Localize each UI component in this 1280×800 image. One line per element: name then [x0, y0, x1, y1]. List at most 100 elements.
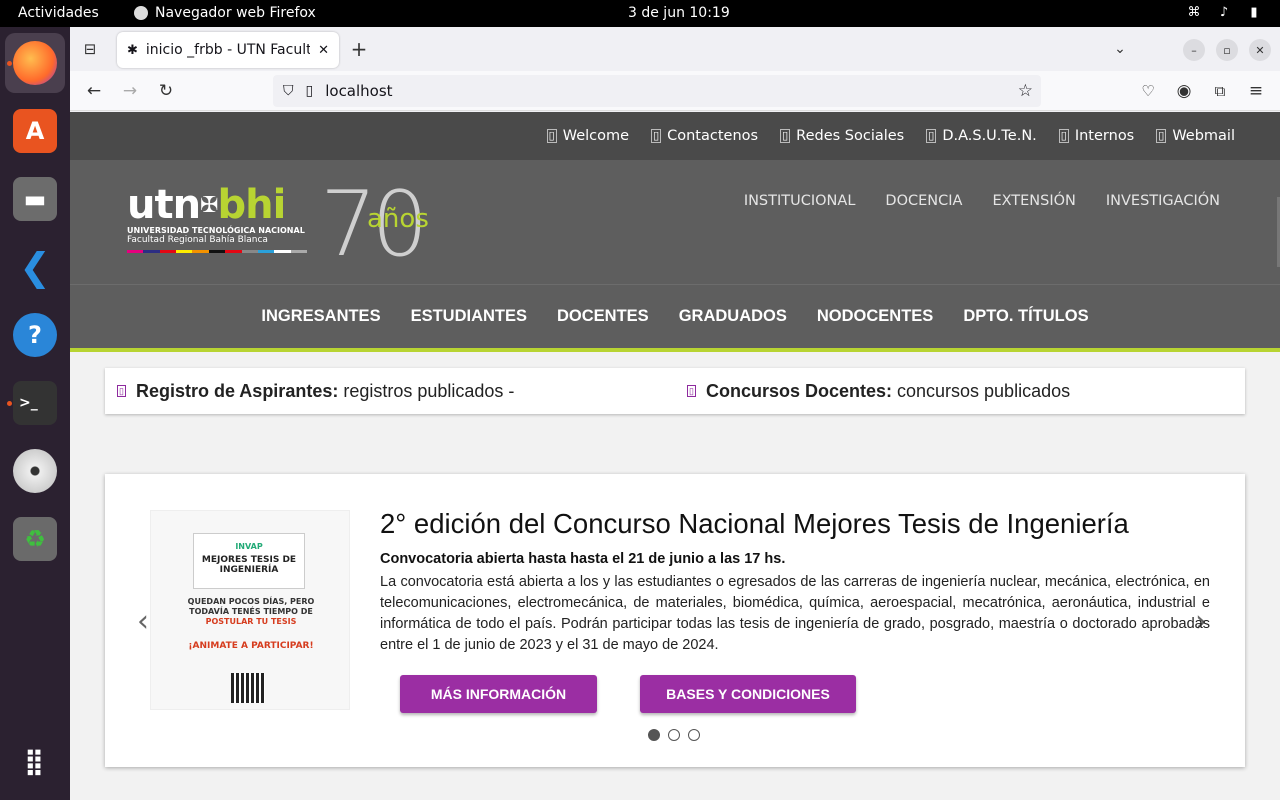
- back-icon[interactable]: ←: [80, 77, 108, 105]
- util-link-webmail[interactable]: ▯ Webmail: [1156, 128, 1235, 144]
- nav-ingresantes[interactable]: INGRESANTES: [261, 307, 380, 326]
- link-icon: ▯: [651, 129, 662, 143]
- dock-show-apps[interactable]: ⣿: [5, 732, 65, 792]
- nav-nodocentes[interactable]: NODOCENTES: [817, 307, 933, 326]
- terms-button[interactable]: BASES Y CONDICIONES: [640, 675, 856, 713]
- dock-files[interactable]: ▬: [5, 169, 65, 229]
- new-tab-icon[interactable]: +: [345, 35, 373, 63]
- slide-subtitle: Convocatoria abierta hasta hasta el 21 d…: [380, 551, 786, 567]
- battery-icon[interactable]: ▮: [1246, 5, 1262, 20]
- utn-logo[interactable]: utn✠bhi UNIVERSIDAD TECNOLÓGICA NACIONAL…: [127, 182, 307, 253]
- slide-title: 2° edición del Concurso Nacional Mejores…: [380, 508, 1129, 539]
- logo-utn: utn: [127, 182, 201, 228]
- browser-tab[interactable]: ✱ inicio _frbb - UTN Facultad Regional B…: [117, 32, 339, 68]
- poster-line2: POSTULAR TU TESIS: [205, 617, 297, 626]
- nav-institucional[interactable]: INSTITUCIONAL: [744, 193, 856, 209]
- poster-text: QUEDAN POCOS DÍAS, PERO TODAVÍA TENÉS TI…: [171, 597, 331, 651]
- site-favicon: ✱: [127, 42, 138, 58]
- network-icon[interactable]: ⌘: [1186, 5, 1202, 20]
- utility-bar: ▯ Welcome ▯ Contactenos ▯ Redes Sociales ▯ D…: [70, 112, 1280, 160]
- ticker-item-aspirantes[interactable]: ▯ Registro de Aspirantes: registros publ…: [117, 381, 514, 402]
- news-ticker: ▯ Registro de Aspirantes: registros publ…: [105, 368, 1245, 414]
- dock-help[interactable]: ?: [5, 305, 65, 365]
- tab-overview-icon[interactable]: ⊟: [76, 35, 104, 63]
- nav-investigacion[interactable]: INVESTIGACIÓN: [1106, 193, 1220, 209]
- logo-stripes: [127, 250, 307, 253]
- dock-firefox[interactable]: [5, 33, 65, 93]
- nav-estudiantes[interactable]: ESTUDIANTES: [411, 307, 527, 326]
- account-icon[interactable]: ◉: [1170, 77, 1198, 105]
- url-text[interactable]: localhost: [325, 82, 392, 100]
- close-window-button[interactable]: ✕: [1249, 39, 1271, 61]
- util-link-welcome[interactable]: ▯ Welcome: [546, 128, 629, 144]
- running-indicator: [7, 401, 12, 406]
- clock[interactable]: 3 de jun 10:19: [628, 5, 730, 21]
- main-nav: INSTITUCIONAL DOCENCIA EXTENSIÓN INVESTI…: [744, 193, 1220, 209]
- carousel-dot-3[interactable]: [688, 729, 700, 741]
- util-link-dasuten[interactable]: ▯ D.A.S.U.Te.N.: [926, 128, 1037, 144]
- slide-poster-image[interactable]: INVAP MEJORES TESIS DE INGENIERÍA QUEDAN…: [150, 510, 350, 710]
- close-tab-icon[interactable]: ✕: [318, 43, 329, 58]
- util-link-internos[interactable]: ▯ Internos: [1058, 128, 1134, 144]
- maximize-button[interactable]: ▫: [1216, 39, 1238, 61]
- dock-trash[interactable]: ♻: [5, 509, 65, 569]
- firefox-icon: [13, 41, 57, 85]
- dock-terminal[interactable]: >_: [5, 373, 65, 433]
- ticker-bold: Registro de Aspirantes:: [135, 380, 339, 401]
- volume-icon[interactable]: ♪: [1216, 5, 1232, 20]
- dock-ubuntu-software[interactable]: A: [5, 101, 65, 161]
- carousel-dot-2[interactable]: [668, 729, 680, 741]
- util-link-redes[interactable]: ▯ Redes Sociales: [780, 128, 904, 144]
- nav-graduados[interactable]: GRADUADOS: [679, 307, 787, 326]
- carousel-dot-1[interactable]: [648, 729, 660, 741]
- more-info-button[interactable]: MÁS INFORMACIÓN: [400, 675, 597, 713]
- ticker-bold: Concursos Docentes:: [705, 380, 892, 401]
- pocket-icon[interactable]: ♡: [1134, 77, 1162, 105]
- poster-title: MEJORES TESIS DE INGENIERÍA: [201, 555, 297, 575]
- util-link-contactenos[interactable]: ▯ Contactenos: [651, 128, 758, 144]
- logo-bhi: bhi: [217, 182, 287, 228]
- minimize-button[interactable]: –: [1183, 39, 1205, 61]
- poster-line3: ¡ANIMATE A PARTICIPAR!: [188, 641, 314, 651]
- app-menu[interactable]: Navegador web Firefox: [134, 5, 316, 21]
- seventy-years-label: años: [367, 204, 429, 234]
- bookmark-star-icon[interactable]: ☆: [1018, 81, 1033, 101]
- extensions-icon[interactable]: ⧉: [1206, 77, 1234, 105]
- dock-vscode[interactable]: ❮: [5, 237, 65, 297]
- tab-title: inicio _frbb - UTN Facultad Regional Bah…: [145, 42, 311, 58]
- firefox-window: ⊟ ✱ inicio _frbb - UTN Facultad Regional…: [70, 27, 1280, 800]
- ticker-item-concursos[interactable]: ▯ Concursos Docentes: concursos publicad…: [687, 381, 1070, 402]
- page-icon: ▯: [305, 83, 314, 99]
- help-icon: ?: [13, 313, 57, 357]
- ticker-text: concursos publicados: [892, 380, 1071, 401]
- app-name: Navegador web Firefox: [155, 5, 316, 21]
- firefox-icon: [134, 6, 148, 20]
- activities-button[interactable]: Actividades: [18, 5, 99, 21]
- logo-mark-icon: ✠: [200, 193, 218, 218]
- ticker-icon: ▯: [117, 385, 126, 397]
- url-bar[interactable]: ⛉ ▯ localhost ☆: [273, 75, 1041, 107]
- system-tray[interactable]: ⌘ ♪ ▮: [1186, 5, 1262, 20]
- nav-docencia[interactable]: DOCENCIA: [885, 193, 962, 209]
- nav-docentes[interactable]: DOCENTES: [557, 307, 649, 326]
- ticker-text: registros publicados -: [338, 380, 515, 401]
- list-tabs-icon[interactable]: ⌄: [1106, 35, 1134, 63]
- slide-body: La convocatoria está abierta a los y las…: [380, 574, 1210, 653]
- poster-brand: INVAP: [235, 542, 263, 551]
- forward-icon[interactable]: →: [116, 77, 144, 105]
- link-icon: ▯: [926, 129, 937, 143]
- carousel-indicators: [648, 729, 700, 741]
- menu-icon[interactable]: ≡: [1242, 77, 1270, 105]
- shield-icon[interactable]: ⛉: [283, 83, 294, 99]
- news-carousel: ‹ › INVAP MEJORES TESIS DE INGENIERÍA QU…: [105, 474, 1245, 767]
- qr-code-icon: [231, 673, 265, 703]
- link-icon: ▯: [780, 129, 791, 143]
- ticker-icon: ▯: [687, 385, 696, 397]
- link-icon: ▯: [546, 129, 557, 143]
- nav-extension[interactable]: EXTENSIÓN: [992, 193, 1075, 209]
- reload-icon[interactable]: ↻: [152, 77, 180, 105]
- nav-dpto-titulos[interactable]: DPTO. TÍTULOS: [963, 307, 1088, 326]
- dock-dvd[interactable]: [5, 441, 65, 501]
- web-page: ▯ Welcome ▯ Contactenos ▯ Redes Sociales ▯ D…: [70, 112, 1280, 800]
- carousel-prev-icon[interactable]: ‹: [137, 604, 149, 639]
